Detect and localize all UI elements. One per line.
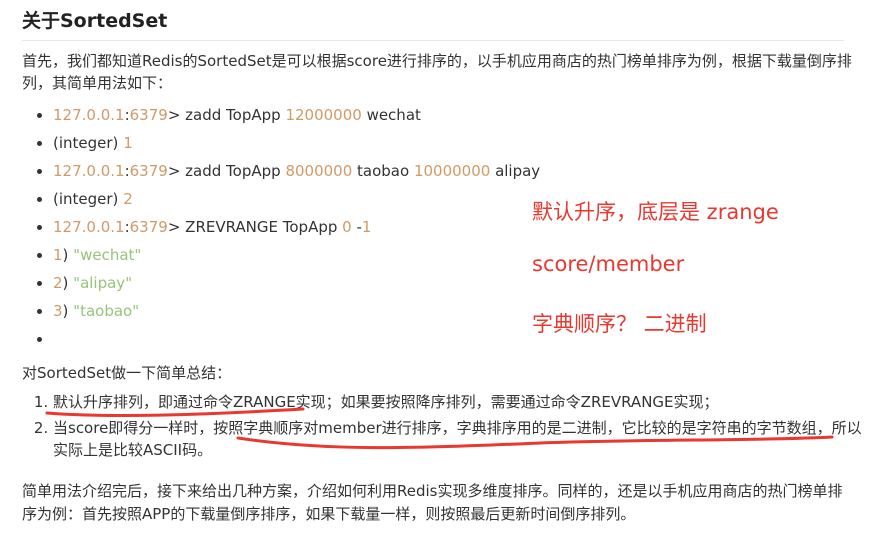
code-text: (integer): [53, 134, 124, 152]
code-text: > ZREVRANGE TopApp: [167, 218, 343, 236]
code-number: 2: [123, 190, 133, 208]
code-number: 0: [342, 218, 352, 236]
summary-title: 对SortedSet做一下简单总结：: [22, 364, 232, 382]
code-text: (integer): [53, 190, 124, 208]
closing-paragraph: 简单用法介绍完后，接下来给出几种方案，介绍如何利用Redis实现多维度排序。同样…: [22, 482, 843, 523]
summary-item: 当score即得分一样时，按照字典顺序对member进行排序，字典排序用的是二进…: [53, 417, 875, 461]
code-line: (integer) 1: [53, 131, 653, 159]
code-text: ): [62, 246, 74, 264]
code-number: 3: [53, 302, 63, 320]
code-number: 6379: [129, 162, 168, 180]
code-string: "alipay": [73, 274, 133, 292]
code-number: 10000000: [413, 162, 491, 180]
code-text: taobao: [352, 162, 414, 180]
code-string: "taobao": [73, 302, 140, 320]
code-number: 6379: [129, 106, 168, 124]
code-text: alipay: [490, 162, 541, 180]
code-number: 127.0.0.1: [53, 162, 125, 180]
code-number: 1: [123, 134, 133, 152]
intro-paragraph: 首先，我们都知道Redis的SortedSet是可以根据score进行排序的，以…: [22, 52, 852, 92]
code-text: -: [351, 218, 362, 236]
code-text: ): [62, 274, 74, 292]
code-number: 12000000: [285, 106, 362, 124]
code-string: "wechat": [73, 246, 142, 264]
code-number: 6379: [129, 218, 168, 236]
code-number: 8000000: [285, 162, 353, 180]
code-number: 2: [53, 274, 63, 292]
handwritten-note: 默认升序，底层是 zrange: [532, 200, 779, 224]
code-text: > zadd TopApp: [167, 106, 286, 124]
code-number: 1: [361, 218, 372, 236]
handwritten-note: score/member: [532, 252, 685, 276]
code-number: 127.0.0.1: [53, 106, 125, 124]
code-text: > zadd TopApp: [167, 162, 286, 180]
code-number: 1: [53, 246, 63, 264]
code-text: wechat: [361, 106, 421, 124]
page-title: 关于SortedSet: [22, 6, 844, 41]
code-number: 127.0.0.1: [53, 218, 125, 236]
code-text: ): [62, 302, 74, 320]
code-line: 127.0.0.1:6379> zadd TopApp 12000000 wec…: [53, 103, 653, 131]
handwritten-note: 字典顺序？ 二进制: [532, 312, 707, 336]
code-line: 127.0.0.1:6379> zadd TopApp 8000000 taob…: [53, 159, 653, 187]
summary-list: 默认升序排列，即通过命令ZRANGE实现；如果要按照降序排列，需要通过命令ZRE…: [22, 391, 875, 465]
summary-item: 默认升序排列，即通过命令ZRANGE实现；如果要按照降序排列，需要通过命令ZRE…: [53, 391, 875, 413]
